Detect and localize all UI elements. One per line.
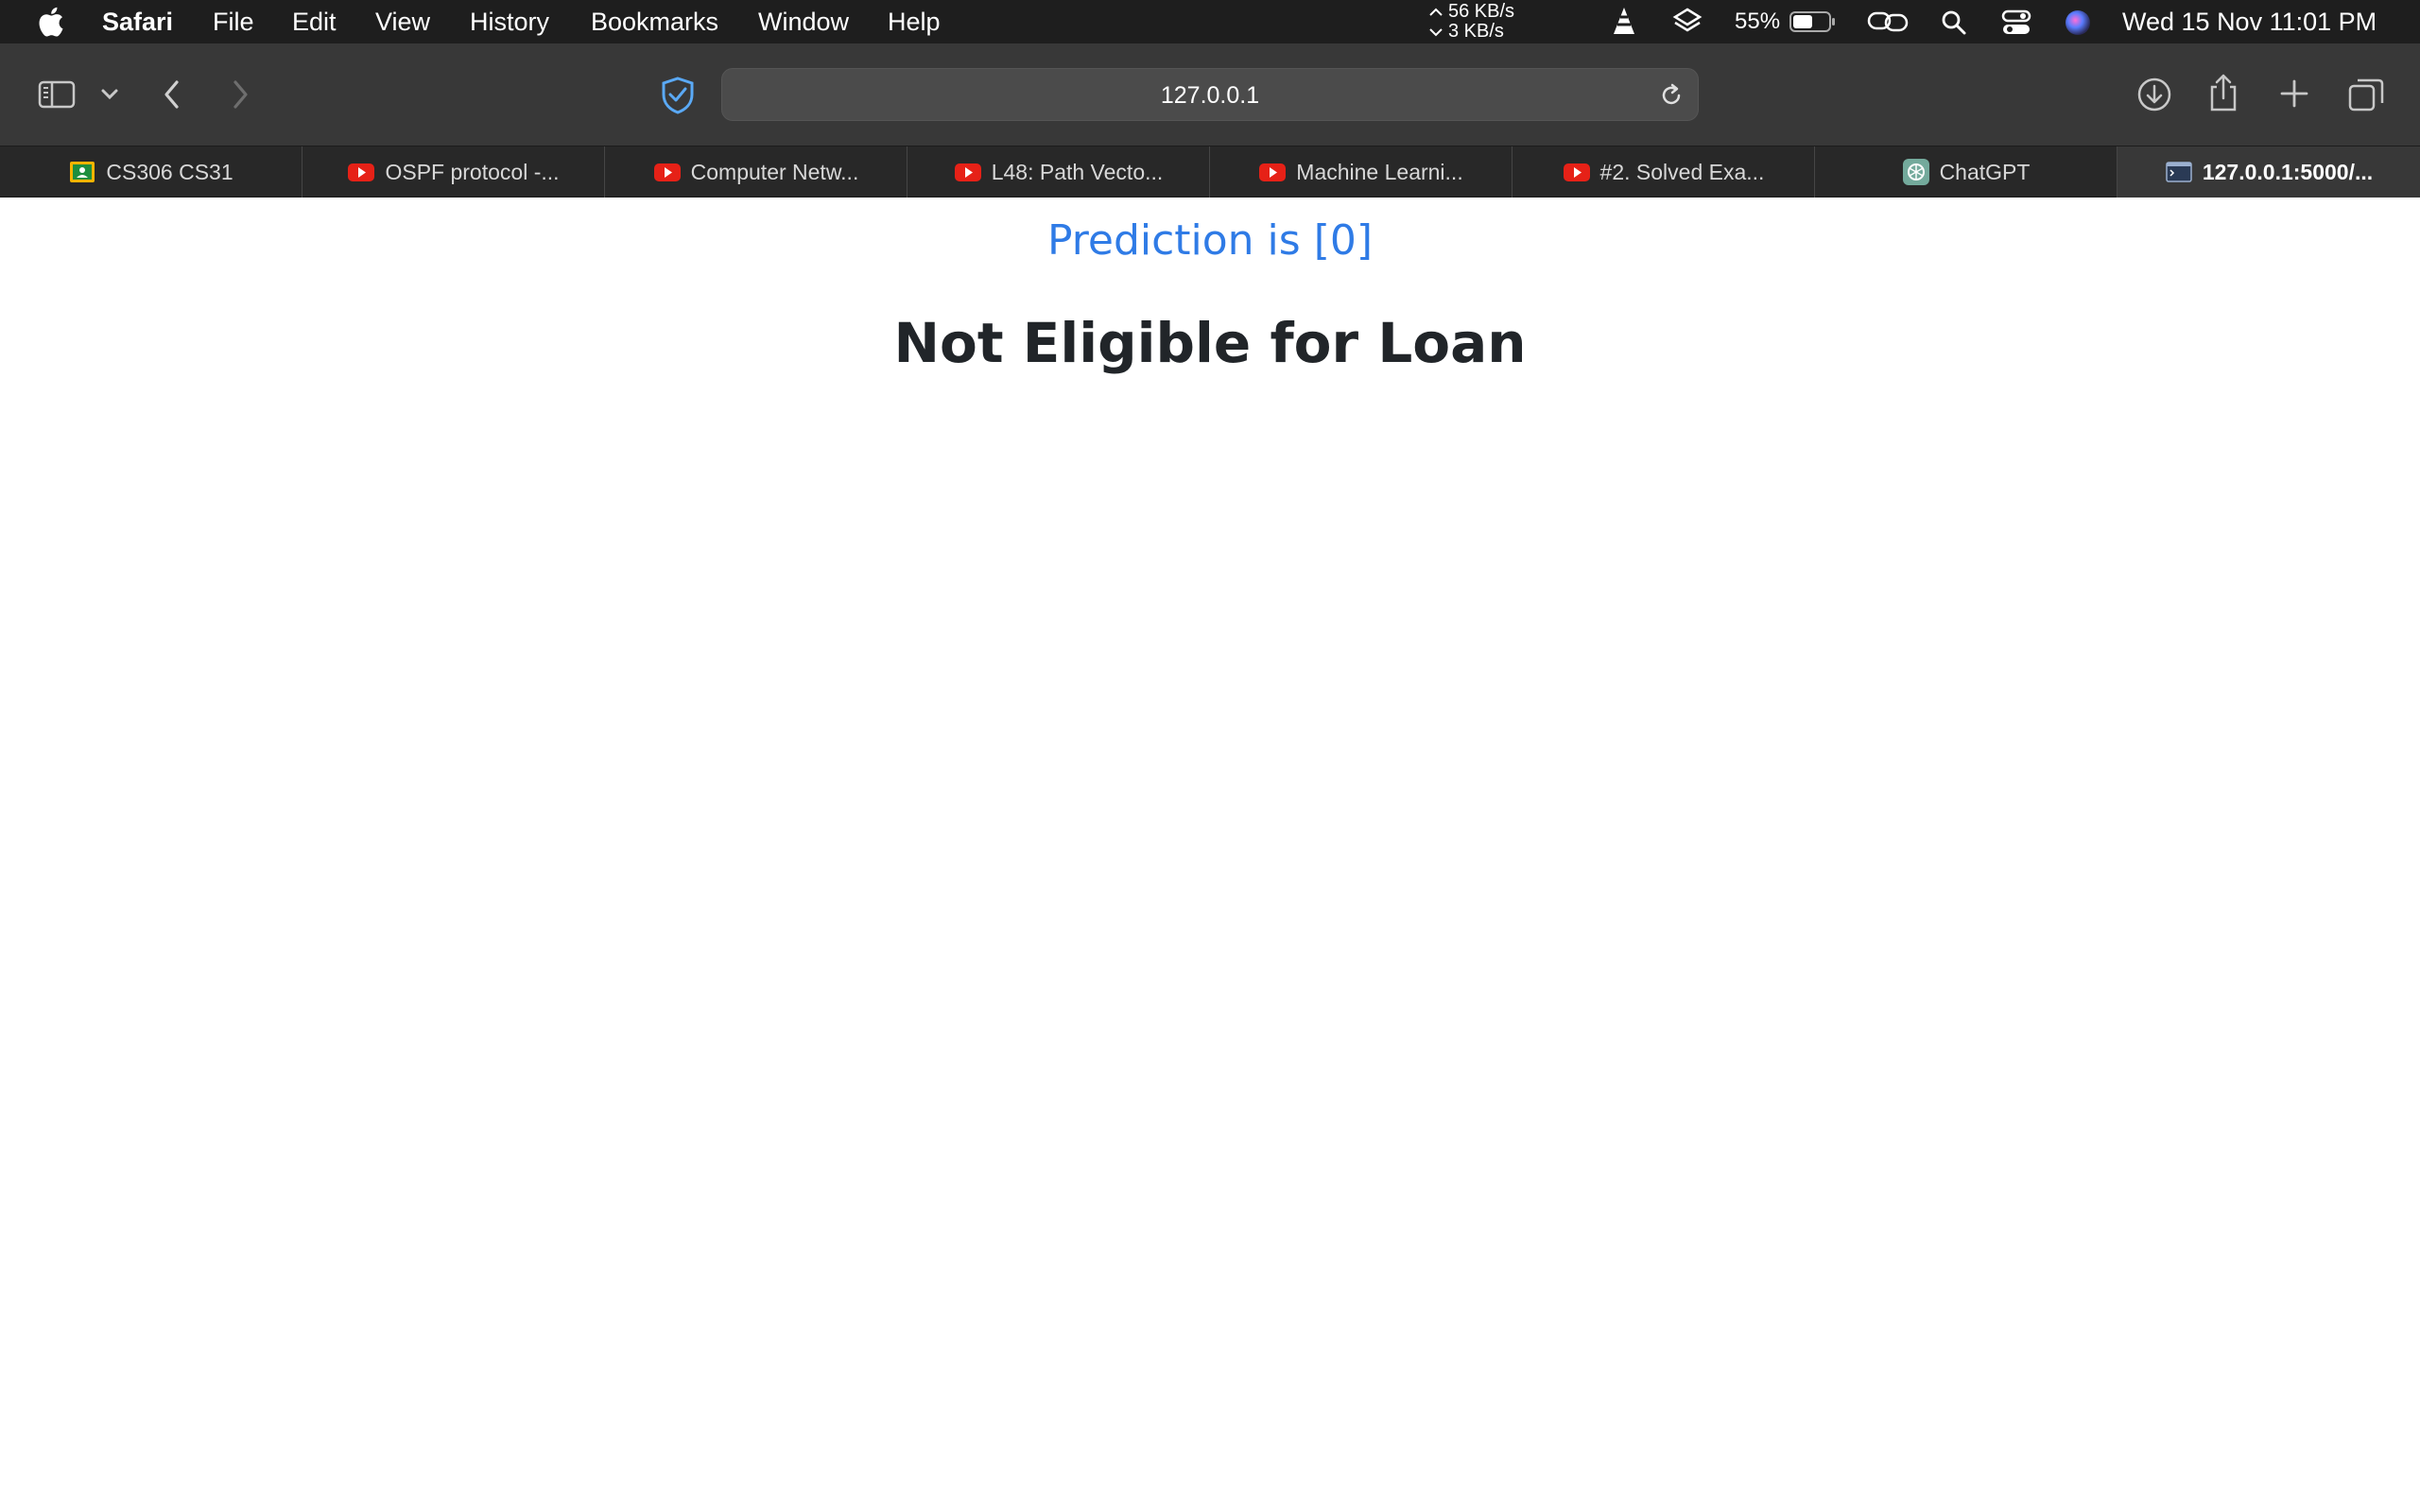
apple-logo-icon[interactable] — [36, 6, 64, 38]
tab-cs306[interactable]: CS306 CS31 — [0, 146, 302, 198]
battery-level-fill — [1793, 15, 1812, 28]
battery-percentage: 55% — [1735, 9, 1781, 34]
menu-edit[interactable]: Edit — [292, 0, 337, 43]
share-icon[interactable] — [2206, 72, 2240, 113]
tab-label: ChatGPT — [1939, 159, 2031, 184]
address-bar[interactable]: 127.0.0.1 — [721, 68, 1699, 121]
tab-bar: CS306 CS31 OSPF protocol -... Computer N… — [0, 146, 2420, 198]
prediction-heading: Prediction is [0] — [1046, 216, 1374, 265]
menu-app-safari[interactable]: Safari — [102, 0, 173, 43]
tab-path-vector[interactable]: L48: Path Vecto... — [908, 146, 1210, 198]
menu-help[interactable]: Help — [888, 0, 941, 43]
battery-icon[interactable] — [1789, 11, 1835, 32]
tab-localhost-active[interactable]: 127.0.0.1:5000/... — [2118, 146, 2420, 198]
tab-overview-icon[interactable] — [2347, 77, 2385, 112]
youtube-icon — [1259, 163, 1287, 181]
link-icon[interactable] — [1867, 8, 1909, 36]
tab-label: OSPF protocol -... — [385, 159, 560, 184]
tab-label: 127.0.0.1:5000/... — [2202, 159, 2374, 184]
forward-button-icon[interactable] — [229, 78, 251, 111]
downloads-icon[interactable] — [2135, 76, 2173, 113]
upload-arrow-icon — [1429, 8, 1443, 16]
classroom-icon — [70, 162, 95, 182]
menu-bar: Safari File Edit View History Bookmarks … — [0, 0, 2420, 43]
sidebar-toggle-icon[interactable] — [38, 79, 76, 110]
new-tab-plus-icon[interactable] — [2278, 77, 2310, 110]
siri-icon[interactable] — [2064, 9, 2092, 37]
menu-file[interactable]: File — [213, 0, 254, 43]
download-arrow-icon — [1429, 27, 1443, 36]
privacy-shield-icon[interactable] — [659, 76, 697, 115]
menu-window[interactable]: Window — [758, 0, 849, 43]
youtube-icon — [954, 163, 981, 181]
tab-solved-example[interactable]: #2. Solved Exa... — [1512, 146, 1815, 198]
network-speed-monitor[interactable]: 56 KB/s 3 KB/s — [1429, 2, 1514, 42]
terminal-page-icon — [2166, 162, 2192, 182]
url-text[interactable]: 127.0.0.1 — [722, 69, 1698, 122]
download-speed: 3 KB/s — [1448, 21, 1504, 42]
safari-toolbar: 127.0.0.1 — [0, 43, 2420, 146]
reload-icon[interactable] — [1658, 82, 1685, 109]
spotlight-search-icon[interactable] — [1941, 9, 1967, 36]
youtube-icon — [653, 163, 681, 181]
tab-ospf-protocol[interactable]: OSPF protocol -... — [302, 146, 605, 198]
upload-speed: 56 KB/s — [1448, 1, 1515, 22]
back-button-icon[interactable] — [161, 78, 183, 111]
sidebar-menu-chevron-down-icon[interactable] — [99, 87, 120, 102]
menu-view[interactable]: View — [375, 0, 430, 43]
clock-datetime[interactable]: Wed 15 Nov 11:01 PM — [2122, 0, 2377, 43]
tab-machine-learning[interactable]: Machine Learni... — [1210, 146, 1512, 198]
tab-label: Computer Netw... — [690, 159, 859, 184]
tab-label: #2. Solved Exa... — [1599, 159, 1765, 184]
menu-history[interactable]: History — [470, 0, 549, 43]
tab-label: Machine Learni... — [1296, 159, 1463, 184]
menu-bookmarks[interactable]: Bookmarks — [591, 0, 718, 43]
web-page-content: Prediction is [0] Not Eligible for Loan — [0, 198, 2420, 1512]
layers-icon[interactable] — [1671, 6, 1703, 38]
tab-label: L48: Path Vecto... — [991, 159, 1164, 184]
loan-eligibility-result: Not Eligible for Loan — [893, 311, 1527, 375]
youtube-icon — [1563, 163, 1590, 181]
chatgpt-icon — [1902, 159, 1929, 185]
youtube-icon — [348, 163, 375, 181]
tab-label: CS306 CS31 — [106, 159, 233, 184]
tab-computer-networks[interactable]: Computer Netw... — [605, 146, 908, 198]
control-center-icon[interactable] — [2001, 9, 2031, 37]
tab-chatgpt[interactable]: ChatGPT — [1815, 146, 2118, 198]
vlc-icon[interactable] — [1607, 5, 1641, 39]
